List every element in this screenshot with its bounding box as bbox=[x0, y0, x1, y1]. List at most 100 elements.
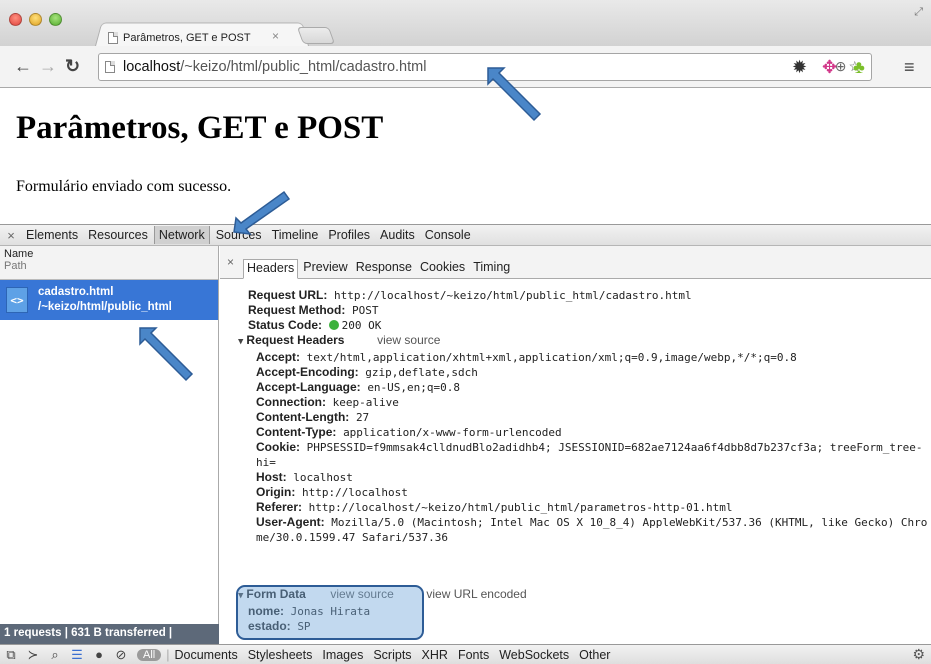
filter-divider: | bbox=[166, 647, 170, 662]
tab-network[interactable]: Network bbox=[153, 226, 210, 244]
status-ok-icon bbox=[328, 320, 339, 330]
request-path: /~keizo/html/public_html bbox=[38, 301, 172, 313]
page-info-icon[interactable] bbox=[105, 61, 115, 73]
column-name-header: Name bbox=[4, 248, 34, 260]
request-header-line: Content-Type: application/x-www-form-url… bbox=[238, 425, 928, 440]
browser-tab-content[interactable]: Parâmetros, GET e POST bbox=[108, 29, 251, 47]
tab-response[interactable]: Response bbox=[353, 259, 415, 279]
menu-icon[interactable]: ≡ bbox=[904, 57, 915, 77]
address-bar[interactable]: localhost/~keizo/html/public_html/cadast… bbox=[98, 53, 872, 81]
tab-sources[interactable]: Sources bbox=[212, 226, 266, 244]
tab-resources[interactable]: Resources bbox=[84, 226, 152, 244]
form-data-highlight bbox=[236, 585, 424, 640]
request-name: cadastro.html bbox=[38, 286, 114, 298]
tab-console[interactable]: Console bbox=[421, 226, 475, 244]
tab-close-icon[interactable]: × bbox=[272, 29, 279, 43]
tab-elements[interactable]: Elements bbox=[22, 226, 82, 244]
devtools-statusbar: ⧉ ≻ ⌕ ☰ ● ⊘ All | Documents Stylesheets … bbox=[0, 644, 931, 664]
filter-fonts[interactable]: Fonts bbox=[458, 648, 489, 662]
header-value: 27 bbox=[355, 411, 370, 424]
request-header-line: Origin: http://localhost bbox=[238, 485, 928, 500]
header-value: http://localhost/~keizo/html/public_html… bbox=[308, 501, 733, 514]
request-header-line: User-Agent: Mozilla/5.0 (Macintosh; Inte… bbox=[238, 515, 928, 545]
status-code-label: Status Code: bbox=[248, 318, 323, 332]
browser-tab-title: Parâmetros, GET e POST bbox=[123, 32, 251, 44]
new-tab-button[interactable] bbox=[296, 27, 336, 44]
request-url-line: Request URL: http://localhost/~keizo/htm… bbox=[238, 288, 928, 303]
request-method-label: Request Method: bbox=[248, 303, 346, 317]
request-summary: 1 requests | 631 B transferred | bbox=[0, 624, 219, 644]
header-key: Host: bbox=[256, 470, 287, 484]
header-key: Content-Length: bbox=[256, 410, 350, 424]
header-value: localhost bbox=[293, 471, 353, 484]
document-icon bbox=[108, 32, 118, 44]
forward-button[interactable]: → bbox=[39, 56, 57, 76]
tab-headers[interactable]: Headers bbox=[243, 259, 299, 279]
request-headers-section[interactable]: ▼ Request Headers view source bbox=[238, 333, 928, 350]
large-rows-icon[interactable]: ☰ bbox=[66, 647, 88, 663]
column-path-header: Path bbox=[4, 260, 27, 272]
tab-audits[interactable]: Audits bbox=[376, 226, 419, 244]
request-header-line: Host: localhost bbox=[238, 470, 928, 485]
header-key: Connection: bbox=[256, 395, 326, 409]
close-window-button[interactable] bbox=[9, 13, 22, 26]
header-value: application/x-www-form-urlencoded bbox=[343, 426, 562, 439]
filter-documents[interactable]: Documents bbox=[174, 648, 237, 662]
back-button[interactable]: ← bbox=[14, 56, 32, 76]
extension-android-icon[interactable]: ♣ bbox=[853, 57, 865, 77]
header-value: Mozilla/5.0 (Macintosh; Intel Mac OS X 1… bbox=[256, 516, 928, 544]
tab-cookies[interactable]: Cookies bbox=[417, 259, 468, 279]
minimize-window-button[interactable] bbox=[29, 13, 42, 26]
headers-content: Request URL: http://localhost/~keizo/htm… bbox=[238, 288, 928, 545]
tab-timeline[interactable]: Timeline bbox=[268, 226, 323, 244]
collapse-triangle-icon[interactable]: ▼ bbox=[238, 337, 243, 347]
header-key: Referer: bbox=[256, 500, 303, 514]
console-drawer-icon[interactable]: ≻ bbox=[22, 647, 44, 663]
fullscreen-icon[interactable]: ⤢ bbox=[914, 6, 923, 19]
tab-timing[interactable]: Timing bbox=[470, 259, 513, 279]
request-header-line: Cookie: PHPSESSID=f9mmsak4clldnudBlo2adi… bbox=[238, 440, 928, 470]
filter-all[interactable]: All bbox=[137, 648, 162, 661]
request-method-value: POST bbox=[351, 304, 379, 317]
network-request-list: Name Path <> cadastro.html /~keizo/html/… bbox=[0, 246, 219, 644]
status-code-line: Status Code: 200 OK bbox=[238, 318, 928, 333]
detail-tabbar: × Headers Preview Response Cookies Timin… bbox=[220, 246, 931, 279]
settings-gear-icon[interactable]: ⚙ bbox=[912, 646, 925, 663]
extension-gear-icon[interactable]: ✹ bbox=[792, 57, 807, 77]
view-source-link[interactable]: view source bbox=[377, 333, 440, 347]
filter-websockets[interactable]: WebSockets bbox=[499, 648, 569, 662]
detail-close-icon[interactable]: × bbox=[227, 255, 234, 269]
dock-icon[interactable]: ⧉ bbox=[0, 647, 22, 663]
request-list-header[interactable]: Name Path bbox=[0, 246, 218, 280]
devtools-tabbar: × Elements Resources Network Sources Tim… bbox=[0, 224, 931, 246]
header-key: Accept: bbox=[256, 350, 301, 364]
filter-xhr[interactable]: XHR bbox=[422, 648, 448, 662]
header-value: text/html,application/xhtml+xml,applicat… bbox=[306, 351, 797, 364]
tab-preview[interactable]: Preview bbox=[300, 259, 350, 279]
header-value: gzip,deflate,sdch bbox=[365, 366, 478, 379]
browser-toolbar: ← → ↻ localhost/~keizo/html/public_html/… bbox=[0, 46, 931, 88]
filter-other[interactable]: Other bbox=[579, 648, 610, 662]
header-value: keep-alive bbox=[332, 396, 399, 409]
tab-profiles[interactable]: Profiles bbox=[324, 226, 374, 244]
devtools-close-icon[interactable]: × bbox=[0, 228, 22, 243]
record-icon[interactable]: ● bbox=[88, 647, 110, 662]
filter-stylesheets[interactable]: Stylesheets bbox=[248, 648, 313, 662]
header-key: Origin: bbox=[256, 485, 296, 499]
filter-scripts[interactable]: Scripts bbox=[373, 648, 411, 662]
extension-color-icon[interactable]: ✥ bbox=[822, 57, 837, 77]
search-icon[interactable]: ⌕ bbox=[44, 647, 66, 663]
clear-icon[interactable]: ⊘ bbox=[110, 647, 132, 663]
filter-images[interactable]: Images bbox=[322, 648, 363, 662]
url-path: /~keizo/html/public_html/cadastro.html bbox=[180, 59, 427, 75]
header-value: PHPSESSID=f9mmsak4clldnudBlo2adidhb4; JS… bbox=[256, 441, 923, 469]
request-row[interactable]: <> cadastro.html /~keizo/html/public_htm… bbox=[0, 280, 218, 320]
header-key: Cookie: bbox=[256, 440, 301, 454]
header-key: Accept-Encoding: bbox=[256, 365, 359, 379]
reload-button[interactable]: ↻ bbox=[65, 56, 80, 76]
view-url-encoded-link[interactable]: view URL encoded bbox=[426, 587, 526, 601]
status-code-value: 200 OK bbox=[341, 319, 382, 332]
url-host: localhost bbox=[123, 59, 181, 75]
header-key: Accept-Language: bbox=[256, 380, 361, 394]
zoom-window-button[interactable] bbox=[49, 13, 62, 26]
